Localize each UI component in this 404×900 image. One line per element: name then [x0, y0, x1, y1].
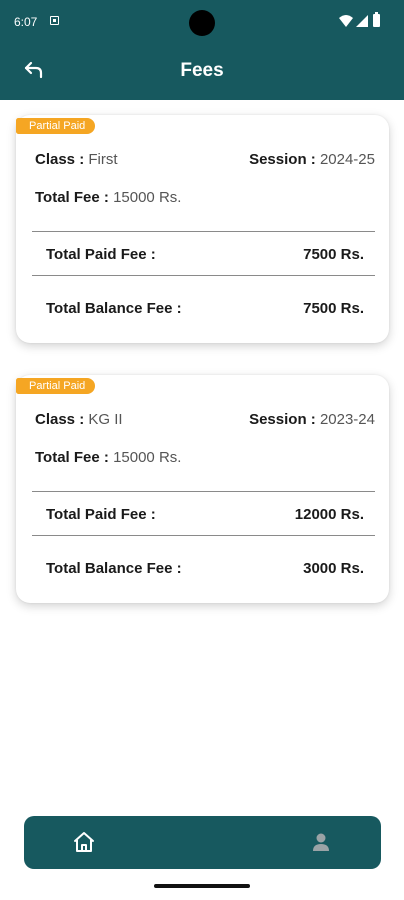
bottom-navigation	[24, 816, 381, 869]
paid-fee-label: Total Paid Fee :	[46, 246, 156, 263]
notification-icon	[50, 16, 59, 25]
paid-fee-label: Total Paid Fee :	[46, 506, 156, 523]
session-value: 2024-25	[319, 151, 375, 168]
paid-fee-value: 12000 Rs.	[294, 506, 364, 523]
paid-fee-row: Total Paid Fee : 7500 Rs.	[46, 246, 364, 263]
balance-fee-row: Total Balance Fee : 3000 Rs.	[46, 560, 364, 577]
total-fee-value: 15000 Rs.	[113, 449, 182, 466]
class-row: Class : KG II	[35, 411, 123, 428]
fee-card[interactable]: Partial Paid Class : First Session : 202…	[16, 115, 389, 343]
page-title: Fees	[180, 60, 224, 81]
session-row: Session : 2024-25	[249, 151, 375, 168]
class-row: Class : First	[35, 151, 118, 168]
app-bar: 6:07 Fees	[0, 0, 404, 100]
total-fee-row: Total Fee : 15000 Rs.	[35, 449, 181, 466]
total-fee-row: Total Fee : 15000 Rs.	[35, 189, 181, 206]
divider	[32, 535, 375, 536]
divider	[32, 231, 375, 232]
class-value: KG II	[88, 411, 123, 428]
profile-icon	[313, 833, 329, 851]
header: Fees	[0, 44, 404, 100]
home-icon	[74, 832, 94, 852]
class-value: First	[88, 151, 118, 168]
session-label: Session :	[249, 151, 320, 168]
class-label: Class :	[35, 411, 89, 428]
balance-fee-label: Total Balance Fee :	[46, 300, 182, 317]
session-row: Session : 2023-24	[249, 411, 375, 428]
balance-fee-value: 3000 Rs.	[303, 560, 364, 577]
fee-card[interactable]: Partial Paid Class : KG II Session : 202…	[16, 375, 389, 603]
status-badge: Partial Paid	[16, 378, 96, 394]
balance-fee-value: 7500 Rs.	[303, 300, 364, 317]
total-fee-value: 15000 Rs.	[113, 189, 182, 206]
total-fee-label: Total Fee :	[35, 449, 114, 466]
class-label: Class :	[35, 151, 89, 168]
wifi-icon	[339, 15, 353, 27]
status-badge: Partial Paid	[16, 118, 96, 134]
divider	[32, 491, 375, 492]
balance-fee-label: Total Balance Fee :	[46, 560, 182, 577]
battery-icon	[373, 12, 380, 27]
nav-home-button[interactable]	[72, 830, 96, 854]
signal-icon	[356, 15, 368, 27]
nav-profile-button[interactable]	[309, 830, 333, 854]
paid-fee-value: 7500 Rs.	[303, 246, 364, 263]
camera-cutout	[189, 10, 215, 36]
paid-fee-row: Total Paid Fee : 12000 Rs.	[46, 506, 364, 523]
session-value: 2023-24	[319, 411, 375, 428]
session-label: Session :	[249, 411, 320, 428]
status-time: 6:07	[14, 15, 38, 29]
divider	[32, 275, 375, 276]
total-fee-label: Total Fee :	[35, 189, 114, 206]
balance-fee-row: Total Balance Fee : 7500 Rs.	[46, 300, 364, 317]
system-home-indicator[interactable]	[154, 884, 250, 888]
